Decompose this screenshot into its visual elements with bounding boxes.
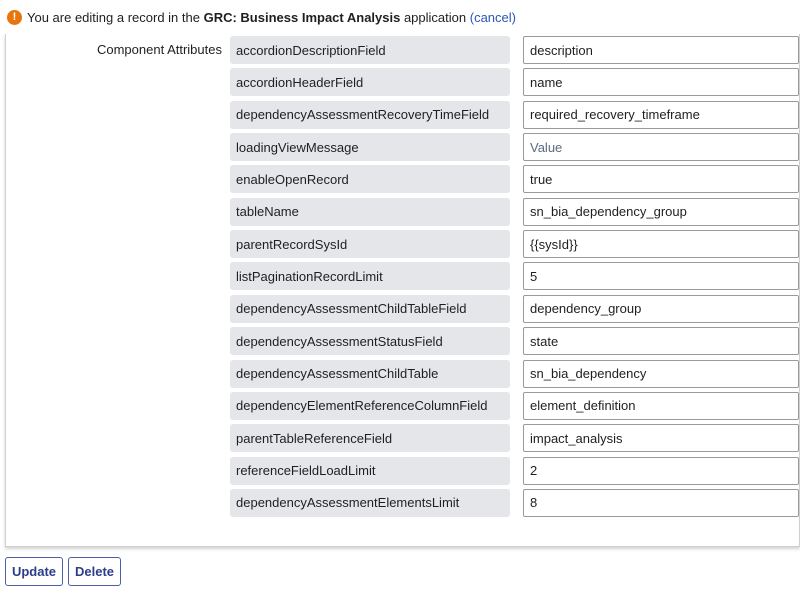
banner-prefix: You are editing a record in the: [27, 9, 204, 25]
attribute-name-label: tableName: [230, 197, 510, 226]
attribute-name-label: accordionDescriptionField: [230, 36, 510, 64]
attribute-name-label: accordionHeaderField: [230, 68, 510, 97]
attribute-value-input[interactable]: [523, 294, 799, 323]
banner-message: You are editing a record in the GRC: Bus…: [27, 10, 516, 25]
attribute-value-input[interactable]: [523, 424, 799, 453]
cancel-link[interactable]: (cancel): [470, 10, 516, 25]
attribute-value-input[interactable]: [523, 391, 799, 420]
attribute-name-label: enableOpenRecord: [230, 165, 510, 194]
attribute-value-input[interactable]: [523, 488, 799, 517]
attribute-value-input[interactable]: [523, 197, 799, 226]
section-label: Component Attributes: [96, 42, 222, 57]
attribute-name-label: dependencyAssessmentStatusField: [230, 327, 510, 356]
attribute-value-input[interactable]: [523, 359, 799, 388]
attribute-name-label: loadingViewMessage: [230, 133, 510, 162]
attribute-value-input[interactable]: [523, 36, 799, 64]
update-button[interactable]: Update: [5, 557, 63, 586]
edit-warning-banner: ! You are editing a record in the GRC: B…: [0, 0, 800, 34]
attribute-value-input[interactable]: [523, 327, 799, 356]
attribute-name-label: dependencyAssessmentElementsLimit: [230, 488, 510, 517]
attribute-value-input[interactable]: [523, 133, 799, 162]
attribute-name-label: dependencyAssessmentRecoveryTimeField: [230, 100, 510, 129]
banner-suffix: application: [400, 9, 470, 25]
attribute-name-label: dependencyAssessmentChildTable: [230, 359, 510, 388]
attribute-name-label: parentRecordSysId: [230, 230, 510, 259]
attribute-value-input[interactable]: [523, 165, 799, 194]
attribute-name-label: listPaginationRecordLimit: [230, 262, 510, 291]
attribute-name-label: referenceFieldLoadLimit: [230, 456, 510, 485]
attribute-value-input[interactable]: [523, 230, 799, 259]
attribute-value-input[interactable]: [523, 262, 799, 291]
exclamation-icon: !: [7, 9, 22, 25]
attribute-value-input[interactable]: [523, 100, 799, 129]
attribute-value-input[interactable]: [523, 68, 799, 97]
attribute-name-label: parentTableReferenceField: [230, 424, 510, 453]
attribute-value-input[interactable]: [523, 456, 799, 485]
delete-button[interactable]: Delete: [68, 557, 121, 586]
banner-app-name: GRC: Business Impact Analysis: [203, 9, 401, 25]
component-attributes-panel: Component Attributes accordionDescriptio…: [5, 34, 800, 547]
attribute-name-label: dependencyElementReferenceColumnField: [230, 391, 510, 420]
attribute-name-label: dependencyAssessmentChildTableField: [230, 294, 510, 323]
